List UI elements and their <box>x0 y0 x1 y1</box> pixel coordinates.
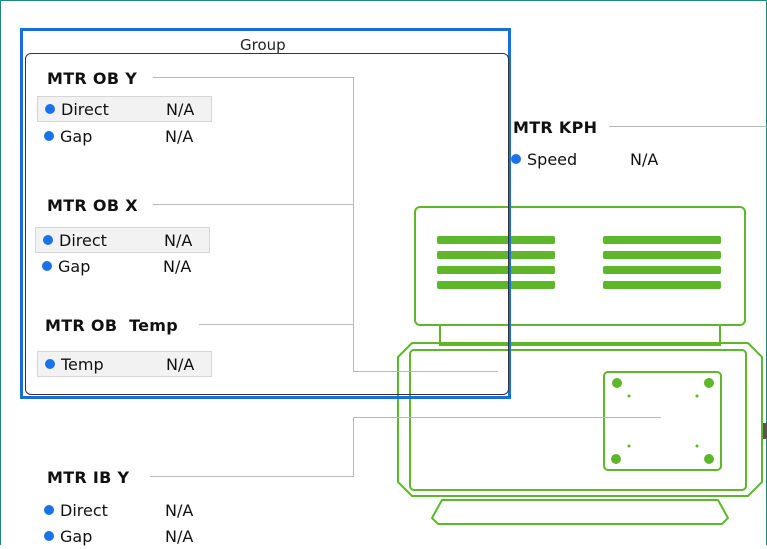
row-value: N/A <box>165 126 194 146</box>
row-label: Gap <box>60 126 93 146</box>
row-label: Gap <box>60 526 93 546</box>
status-dot-icon <box>45 104 55 114</box>
connector-line <box>353 417 354 477</box>
row-label: Speed <box>527 149 578 169</box>
status-dot-icon <box>45 359 55 369</box>
data-row-speed[interactable]: Speed N/A <box>504 146 679 172</box>
data-row-gap[interactable]: Gap N/A <box>37 123 212 149</box>
row-value: N/A <box>166 354 195 374</box>
row-value: N/A <box>630 149 659 169</box>
connector-line <box>150 476 353 477</box>
row-value: N/A <box>165 526 194 546</box>
section-title-mtr-kph: MTR KPH <box>513 118 598 137</box>
row-label: Direct <box>60 500 108 520</box>
data-row-gap[interactable]: Gap N/A <box>35 253 210 279</box>
row-label: Temp <box>61 354 104 374</box>
row-label: Gap <box>58 256 91 276</box>
row-label: Direct <box>59 230 107 250</box>
data-row-gap[interactable]: Gap N/A <box>37 523 212 549</box>
status-dot-icon <box>44 505 54 515</box>
section-title-mtr-ob-x: MTR OB X <box>47 196 138 215</box>
connector-line <box>609 126 767 127</box>
status-dot-icon <box>42 261 52 271</box>
status-dot-icon <box>43 235 53 245</box>
section-title-mtr-ob-y: MTR OB Y <box>47 69 138 88</box>
data-row-direct[interactable]: Direct N/A <box>37 96 212 122</box>
connector-line <box>353 417 661 418</box>
data-row-temp[interactable]: Temp N/A <box>37 351 212 377</box>
section-title-mtr-ob-temp: MTR OB Temp <box>45 316 179 335</box>
group-title: Group <box>240 36 286 54</box>
row-label: Direct <box>61 99 109 119</box>
status-dot-icon <box>44 531 54 541</box>
row-value: N/A <box>166 99 195 119</box>
status-dot-icon <box>44 131 54 141</box>
data-row-direct[interactable]: Direct N/A <box>35 227 210 253</box>
status-dot-icon <box>511 154 521 164</box>
section-title-mtr-ib-y: MTR IB Y <box>47 468 130 487</box>
data-row-direct[interactable]: Direct N/A <box>37 497 212 523</box>
row-value: N/A <box>165 500 194 520</box>
row-value: N/A <box>163 256 192 276</box>
row-value: N/A <box>164 230 193 250</box>
